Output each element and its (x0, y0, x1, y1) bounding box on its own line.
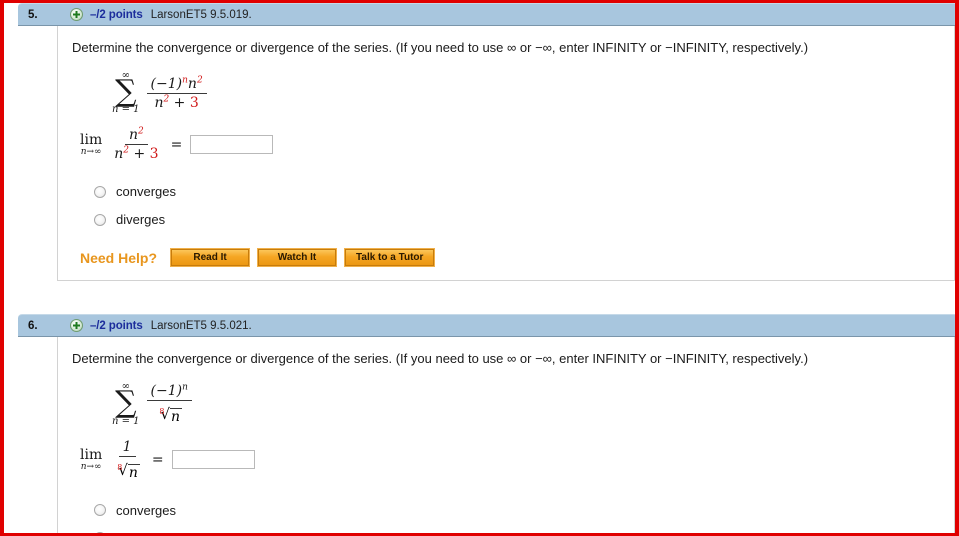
option-converges[interactable]: converges (94, 503, 954, 518)
series-fraction: (−1)n 8 √ n (146, 383, 192, 425)
limit-fraction: n2 n2 + 3 (110, 127, 162, 162)
equals-sign: = (170, 136, 183, 153)
read-it-button[interactable]: Read It (170, 248, 251, 268)
need-help-label: Need Help? (80, 249, 158, 266)
need-help-section: Need Help? Read It Watch It Talk to a Tu… (80, 248, 954, 268)
points-label: –/2 points (90, 8, 143, 21)
answer-options-6: converges diverges (94, 503, 954, 533)
page-frame: 5. –/2 points LarsonET5 9.5.019. Determi… (0, 0, 959, 536)
sigma-lower-limit: n = 1 (112, 415, 140, 427)
problem-spacer (4, 281, 955, 315)
option-label: diverges (116, 212, 166, 228)
series-denominator: n2 + 3 (154, 93, 199, 111)
problem-header-6: 6. –/2 points LarsonET5 9.5.021. (18, 314, 955, 338)
option-converges[interactable]: converges (94, 184, 954, 199)
problem-header-5: 5. –/2 points LarsonET5 9.5.019. (18, 3, 955, 26)
limit-denominator: 8 √ n (110, 457, 144, 481)
limit-fraction: 1 8 √ n (110, 439, 144, 481)
answer-options-5: converges diverges (94, 184, 954, 227)
plus-circle-icon[interactable] (70, 8, 83, 21)
problem-statement: Determine the convergence or divergence … (72, 40, 809, 55)
series-numerator: (−1)n (146, 383, 192, 402)
problem-number: 5. (28, 8, 38, 21)
plus-circle-icon[interactable] (70, 319, 83, 333)
limit-answer-input[interactable] (190, 135, 274, 155)
talk-to-a-tutor-button[interactable]: Talk to a Tutor (344, 248, 436, 268)
limit-answer-input[interactable] (171, 450, 255, 470)
sigma-symbol: ∑ (115, 385, 137, 421)
radio-button-converges[interactable] (94, 504, 106, 517)
radicand: n (127, 463, 140, 481)
problem-block-5: 5. –/2 points LarsonET5 9.5.019. Determi… (4, 3, 955, 282)
limit-subscript: n→∞ (80, 146, 102, 157)
option-label: converges (116, 184, 176, 200)
radio-button-converges[interactable] (94, 185, 106, 198)
option-label: diverges (116, 531, 165, 533)
points-label: –/2 points (90, 319, 143, 332)
limit-expression-6: lim n→∞ 1 8 √ n = (80, 439, 954, 481)
series-fraction: (−1)nn2 n2 + 3 (146, 75, 207, 111)
limit-subscript: n→∞ (80, 461, 102, 472)
series-expression-6: ∞ ∑ n = 1 (−1)n 8 √ n (112, 382, 954, 427)
limit-label: lim (80, 446, 103, 463)
series-denominator: 8 √ n (152, 401, 186, 425)
limit-denominator: n2 + 3 (114, 145, 159, 163)
problem-body-5: Determine the convergence or divergence … (57, 26, 955, 282)
equals-sign: = (151, 451, 164, 468)
radio-button-diverges[interactable] (94, 532, 106, 533)
option-label: converges (116, 502, 176, 518)
watch-it-button[interactable]: Watch It (257, 248, 338, 268)
problem-block-6: 6. –/2 points LarsonET5 9.5.021. Determi… (4, 314, 955, 533)
problem-source: LarsonET5 9.5.021. (150, 319, 252, 332)
option-diverges[interactable]: diverges (94, 531, 954, 533)
series-expression-5: ∞ ∑ n = 1 (−1)nn2 n2 + 3 (112, 70, 954, 116)
radical-index: 8 (117, 462, 123, 472)
problem-statement: Determine the convergence or divergence … (72, 351, 809, 367)
problem-source: LarsonET5 9.5.019. (150, 8, 252, 21)
problem-body-6: Determine the convergence or divergence … (57, 337, 955, 533)
limit-numerator: n2 (125, 127, 148, 146)
series-numerator: (−1)nn2 (146, 75, 207, 94)
option-diverges[interactable]: diverges (94, 212, 954, 227)
scroll-area[interactable]: 5. –/2 points LarsonET5 9.5.019. Determi… (4, 3, 955, 533)
limit-numerator: 1 (118, 439, 136, 457)
limit-label: lim (80, 131, 103, 148)
problem-number: 6. (28, 319, 38, 332)
radicand: n (170, 408, 183, 426)
radical-index: 8 (159, 407, 165, 417)
sigma-symbol: ∑ (115, 73, 137, 109)
radio-button-diverges[interactable] (94, 213, 106, 226)
sigma-lower-limit: n = 1 (112, 104, 140, 116)
limit-expression-5: lim n→∞ n2 n2 + 3 = (80, 127, 954, 162)
